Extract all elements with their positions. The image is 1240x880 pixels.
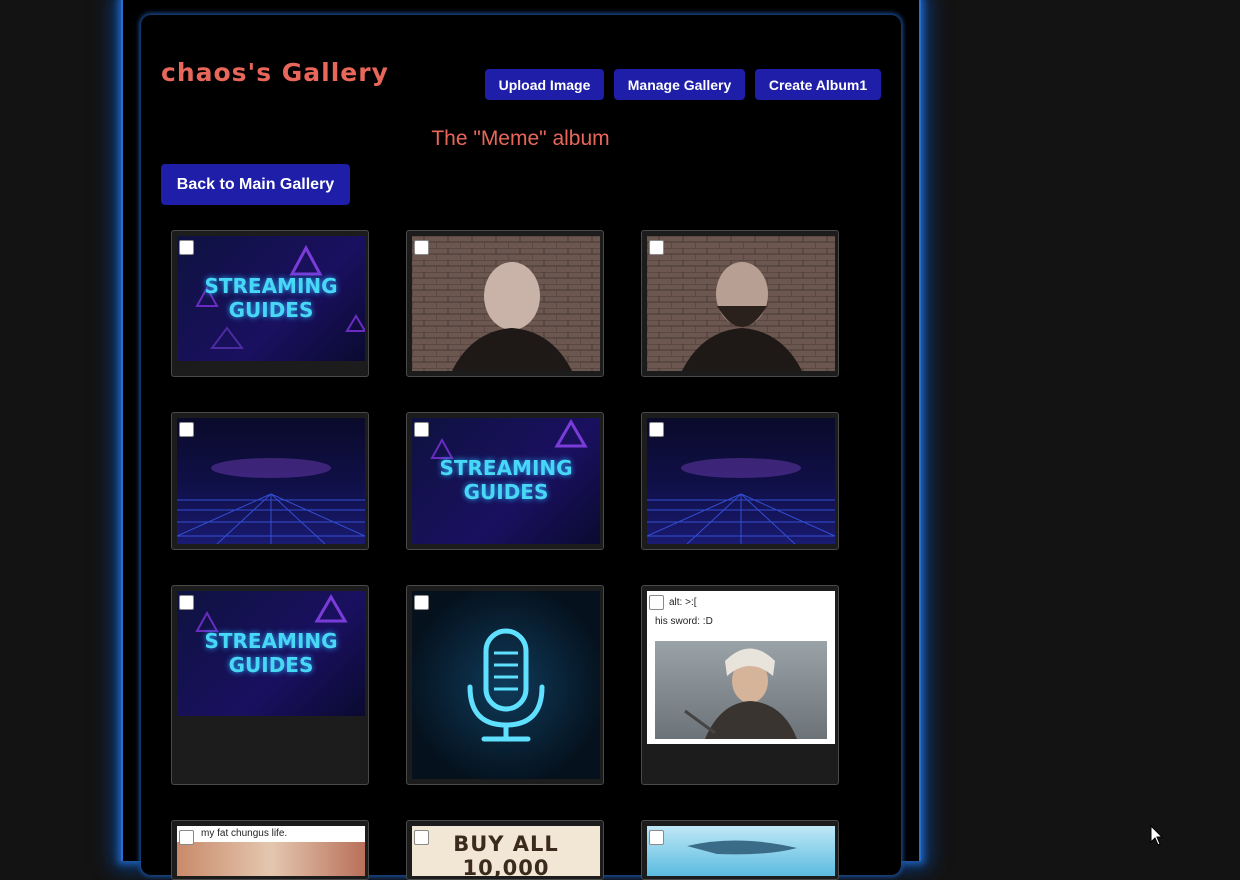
meme-caption: my fat chungus life. [201, 828, 288, 839]
gallery-card[interactable]: STREAMING GUIDES [406, 412, 604, 550]
gallery-card[interactable]: my fat chungus life. [171, 820, 369, 880]
gallery-card[interactable] [406, 585, 604, 785]
select-checkbox[interactable] [649, 830, 664, 845]
thumbnail-caption: GUIDES [228, 298, 314, 322]
select-checkbox[interactable] [179, 422, 194, 437]
thumbnail-caption: GUIDES [228, 653, 314, 677]
thumbnail-caption: STREAMING [204, 274, 338, 298]
select-checkbox[interactable] [649, 240, 664, 255]
gallery-card[interactable] [641, 820, 839, 880]
gallery-card[interactable]: BUY ALL 10,000 [406, 820, 604, 880]
thumbnail-image[interactable]: my fat chungus life. [177, 826, 365, 876]
album-title: The "Meme" album [431, 127, 610, 150]
select-checkbox[interactable] [179, 240, 194, 255]
thumbnail-image[interactable]: BUY ALL 10,000 [412, 826, 600, 876]
gallery-card[interactable] [641, 412, 839, 550]
select-checkbox[interactable] [649, 595, 664, 610]
thumbnail-image[interactable] [412, 236, 600, 371]
gallery-card[interactable]: STREAMING GUIDES [171, 230, 369, 377]
thumbnail-image[interactable]: STREAMING GUIDES [412, 418, 600, 544]
thumbnail-image[interactable] [647, 826, 835, 876]
gallery-card[interactable] [641, 230, 839, 377]
gallery-card[interactable]: alt: >:[ his sword: :D [641, 585, 839, 785]
thumbnail-caption: GUIDES [463, 480, 549, 504]
meme-caption: alt: >:[ [669, 597, 697, 608]
thumbnail-caption: STREAMING [439, 456, 573, 480]
thumbnail-caption: STREAMING [204, 629, 338, 653]
thumbnail-image[interactable]: STREAMING GUIDES [177, 236, 365, 361]
select-checkbox[interactable] [414, 422, 429, 437]
mouse-cursor-icon [1150, 825, 1164, 846]
thumbnail-image[interactable] [647, 236, 835, 371]
select-checkbox[interactable] [649, 422, 664, 437]
select-checkbox[interactable] [179, 830, 194, 845]
thumbnail-image[interactable]: STREAMING GUIDES [177, 591, 365, 716]
select-checkbox[interactable] [414, 830, 429, 845]
gallery-title: chaos's Gallery [161, 58, 389, 87]
gallery-card[interactable] [171, 412, 369, 550]
select-checkbox[interactable] [414, 240, 429, 255]
thumbnail-image[interactable] [177, 418, 365, 544]
select-checkbox[interactable] [179, 595, 194, 610]
select-checkbox[interactable] [414, 595, 429, 610]
thumbnail-image[interactable] [647, 418, 835, 544]
thumbnail-image[interactable] [412, 591, 600, 779]
back-to-main-gallery-button[interactable]: Back to Main Gallery [161, 164, 350, 205]
gallery-card[interactable]: STREAMING GUIDES [171, 585, 369, 785]
meme-caption: BUY ALL 10,000 [453, 832, 559, 876]
manage-gallery-button[interactable]: Manage Gallery [614, 69, 745, 100]
meme-caption: his sword: :D [655, 616, 713, 627]
thumbnail-image[interactable]: alt: >:[ his sword: :D [647, 591, 835, 744]
microphone-icon [467, 628, 545, 742]
upload-image-button[interactable]: Upload Image [485, 69, 604, 100]
create-album-button[interactable]: Create Album1 [755, 69, 881, 100]
gallery-card[interactable] [406, 230, 604, 377]
